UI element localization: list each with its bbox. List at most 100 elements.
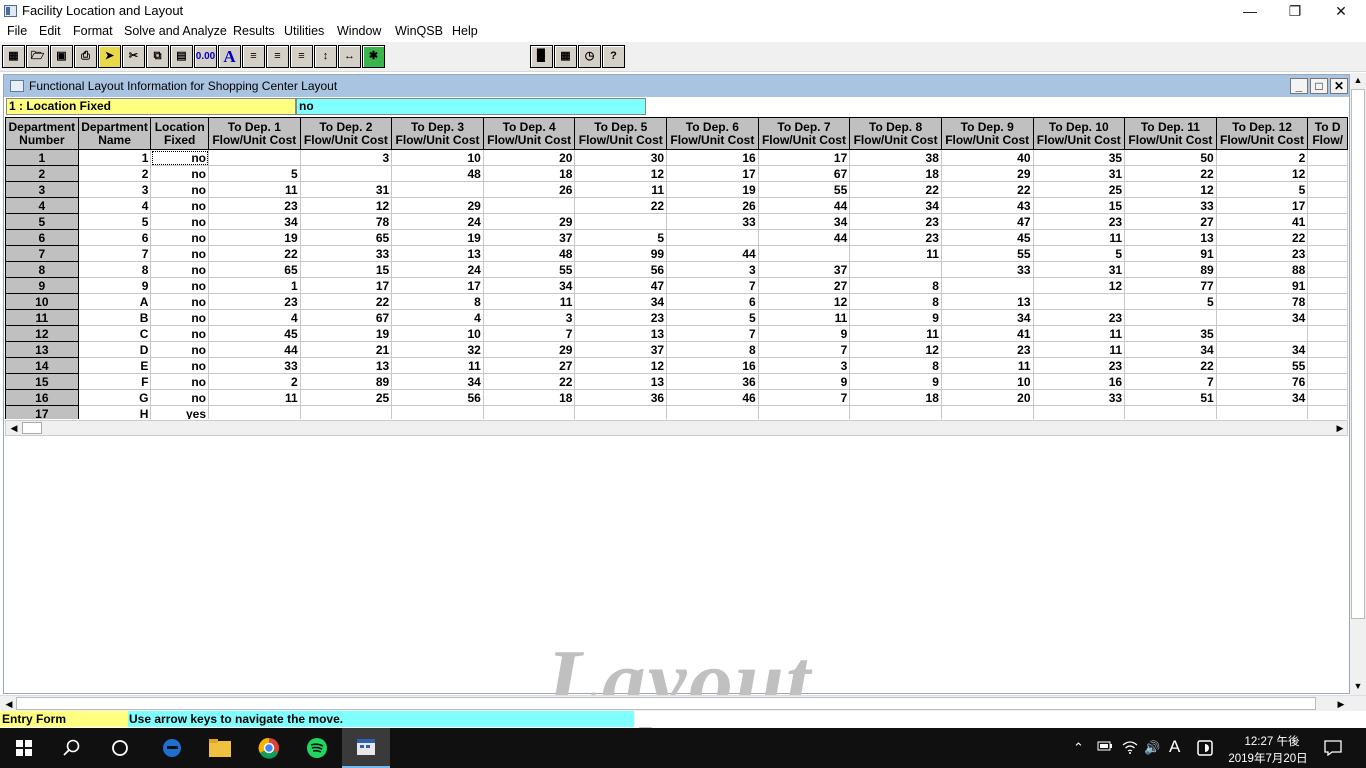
grid-cell[interactable]: 23 [574,309,668,326]
grid-cell[interactable]: 77 [1124,277,1217,294]
grid-cell[interactable]: 37 [757,261,851,278]
save-icon[interactable]: ▣ [50,45,73,68]
grid-cell[interactable]: 44 [757,229,851,246]
clock-icon[interactable]: ◷ [578,45,601,68]
grid-cell[interactable]: 34 [757,213,851,230]
grid-cell[interactable]: 91 [1124,245,1217,262]
grid-cell[interactable] [1307,213,1348,230]
edge-browser-icon[interactable] [148,728,196,768]
row-header[interactable]: 12 [5,325,79,342]
grid-cell[interactable]: 7 [757,341,851,358]
grid-cell[interactable] [1032,293,1126,310]
grid-cell[interactable] [1307,197,1348,214]
grid-cell[interactable]: no [150,325,210,342]
grid-cell[interactable]: 34 [1215,389,1309,406]
grid-cell[interactable]: 8 [666,341,759,358]
grid-cell[interactable]: H [77,405,152,419]
window-scroll-right-arrow-icon[interactable]: ▶ [1334,697,1348,711]
grid-cell[interactable] [1307,149,1348,166]
grid-cell[interactable] [1215,325,1309,342]
grid-cell[interactable]: A [77,293,152,310]
task-view-icon[interactable] [96,728,144,768]
grid-cell[interactable] [940,277,1034,294]
grid-cell[interactable]: 17 [299,277,393,294]
grid-cell[interactable]: 7 [666,277,759,294]
grid-cell[interactable]: 34 [574,293,668,310]
grid-cell[interactable]: 22 [940,181,1034,198]
grid-cell[interactable]: 34 [482,277,576,294]
grid-cell[interactable]: no [150,309,210,326]
show-hidden-icons-chevron-icon[interactable]: ⌃ [1073,740,1084,756]
grid-cell[interactable]: 1 [208,277,301,294]
grid-cell[interactable]: 37 [482,229,576,246]
chart-icon[interactable]: ▉ [530,45,553,68]
grid-cell[interactable]: 11 [1032,341,1126,358]
maximize-button[interactable]: ❐ [1272,0,1318,22]
grid-cell[interactable]: no [150,197,210,214]
grid-cell[interactable]: 7 [482,325,576,342]
grid-cell[interactable] [1307,261,1348,278]
grid-cell[interactable]: 56 [391,389,484,406]
row-header[interactable]: 4 [5,197,79,214]
grid-cell[interactable]: C [77,325,152,342]
grid-cell[interactable]: 26 [666,197,759,214]
grid-cell[interactable]: no [150,181,210,198]
grid-cell[interactable] [1307,341,1348,358]
grid-cell[interactable]: 45 [208,325,301,342]
horizontal-scroll-thumb[interactable] [16,697,1316,710]
grid-cell[interactable]: 23 [1032,309,1126,326]
column-width-icon[interactable]: ↔ [338,45,361,68]
grid-cell[interactable] [757,245,851,262]
grid-cell[interactable]: 5 [1124,293,1217,310]
grid-cell[interactable]: 9 [77,277,152,294]
grid-cell[interactable]: 47 [940,213,1034,230]
grid-cell[interactable]: 5 [208,165,301,182]
grid-cell[interactable]: 19 [666,181,759,198]
grid-cell[interactable]: 22 [1124,357,1217,374]
grid-cell[interactable]: 2 [77,165,152,182]
grid-cell[interactable]: 13 [940,293,1034,310]
grid-cell[interactable]: 4 [208,309,301,326]
grid-cell[interactable]: 27 [757,277,851,294]
grid-cell[interactable] [757,405,851,419]
vertical-scroll-thumb[interactable] [1351,89,1365,619]
grid-cell[interactable]: 22 [1124,165,1217,182]
chrome-icon[interactable] [245,728,293,768]
grid-cell[interactable]: 17 [391,277,484,294]
menu-solve-and-analyze[interactable]: Solve and Analyze [124,24,227,38]
align-left-icon[interactable]: ≡ [242,45,265,68]
grid-cell[interactable]: 1 [77,149,152,166]
grid-cell[interactable]: 35 [1032,149,1126,166]
grid-cell[interactable]: 19 [391,229,484,246]
exit-door-icon[interactable]: ➤ [98,45,121,68]
grid-cell[interactable]: 34 [1124,341,1217,358]
scroll-left-arrow-icon[interactable]: ◀ [7,421,21,435]
grid-cell[interactable]: F [77,373,152,390]
grid-cell[interactable]: 34 [391,373,484,390]
row-height-icon[interactable]: ↕ [314,45,337,68]
grid-cell[interactable]: 34 [1215,341,1309,358]
grid-cell[interactable]: 11 [849,245,942,262]
grid-cell[interactable] [299,165,393,182]
grid-cell[interactable]: 9 [757,325,851,342]
grid-cell[interactable]: 78 [299,213,393,230]
grid-cell[interactable]: 45 [940,229,1034,246]
grid-cell[interactable]: no [150,261,210,278]
grid-cell[interactable]: 31 [1032,165,1126,182]
grid-cell[interactable] [1307,245,1348,262]
open-folder-icon[interactable]: 🗁 [26,45,49,68]
grid-cell[interactable]: 43 [940,197,1034,214]
grid-cell[interactable]: 24 [391,261,484,278]
grid-cell[interactable]: 38 [849,149,942,166]
grid-cell[interactable]: 55 [757,181,851,198]
font-icon[interactable]: A [218,45,241,68]
grid-cell[interactable] [1307,389,1348,406]
grid-cell[interactable]: 89 [299,373,393,390]
grid-cell[interactable]: 44 [208,341,301,358]
grid-cell[interactable]: 18 [849,165,942,182]
grid-cell[interactable]: 29 [482,213,576,230]
scroll-down-arrow-icon[interactable]: ▼ [1351,679,1365,693]
grid-cell[interactable] [482,405,576,419]
paste-icon[interactable]: ▤ [170,45,193,68]
print-icon[interactable]: ⎙ [74,45,97,68]
